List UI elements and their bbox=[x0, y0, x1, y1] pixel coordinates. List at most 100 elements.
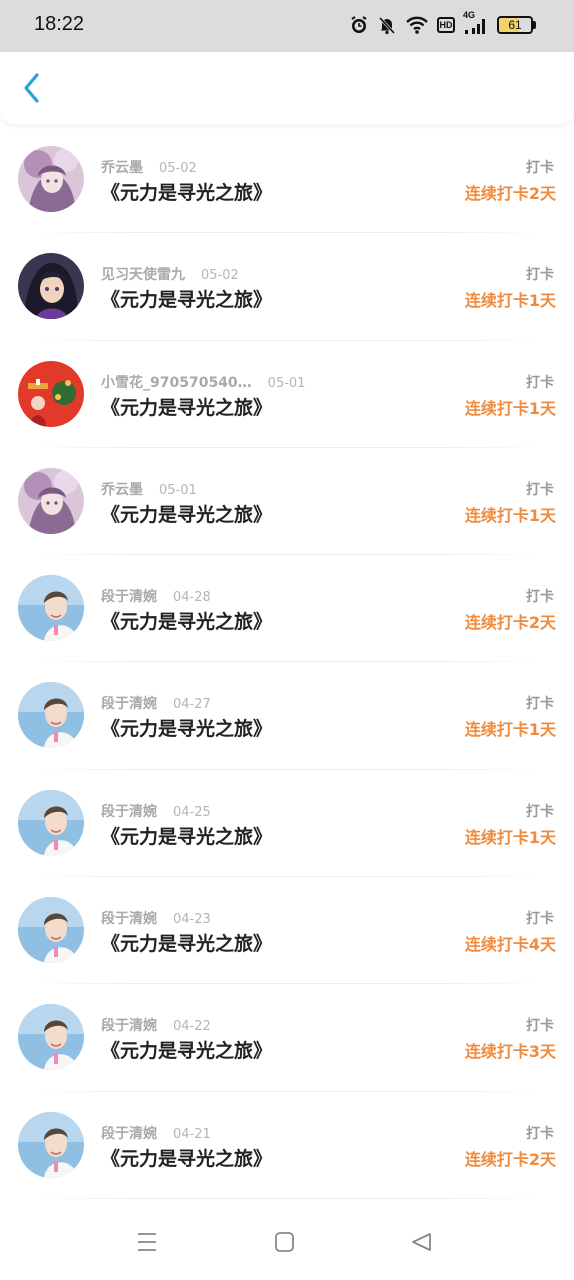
system-nav-bar bbox=[0, 1200, 574, 1280]
streak-label: 连续打卡1天 bbox=[464, 291, 556, 311]
menu-icon bbox=[138, 1233, 156, 1251]
checkin-date: 05-02 bbox=[159, 161, 197, 176]
username: 乔云墨 bbox=[101, 160, 143, 176]
checkin-date: 05-02 bbox=[201, 268, 239, 284]
record-row[interactable]: 乔云墨 05-02 《元力是寻光之旅》 打卡 连续打卡2天 bbox=[0, 126, 574, 234]
username: 小雪花_970570540… bbox=[101, 374, 252, 391]
streak-label: 连续打卡3天 bbox=[464, 1042, 556, 1062]
record-meta: 段于清婉 04-28 bbox=[101, 586, 211, 606]
checkin-date: 05-01 bbox=[159, 482, 197, 498]
boy-photo-avatar bbox=[18, 1004, 84, 1071]
record-row[interactable]: 见习天使雷九 05-02 《元力是寻光之旅》 打卡 连续打卡1天 bbox=[0, 233, 574, 341]
streak-label: 连续打卡1天 bbox=[464, 398, 556, 418]
hd-icon: HD bbox=[437, 17, 455, 33]
streak-label: 连续打卡2天 bbox=[464, 1149, 556, 1169]
record-row[interactable]: 段于清婉 04-22 《元力是寻光之旅》 打卡 连续打卡3天 bbox=[0, 984, 574, 1092]
anime-girl-avatar bbox=[18, 146, 84, 212]
book-title: 《元力是寻光之旅》 bbox=[101, 503, 273, 526]
record-row[interactable]: 段于清婉 04-27 《元力是寻光之旅》 打卡 连续打卡1天 bbox=[0, 662, 574, 770]
record-row[interactable]: 段于清婉 04-21 《元力是寻光之旅》 打卡 连续打卡2天 bbox=[0, 1092, 574, 1199]
checkin-label: 打卡 bbox=[526, 374, 554, 391]
mute-icon bbox=[377, 15, 397, 35]
boy-photo-avatar bbox=[18, 575, 84, 642]
back-button[interactable] bbox=[14, 70, 50, 106]
checkin-label: 打卡 bbox=[526, 160, 554, 176]
record-meta: 段于清婉 04-22 bbox=[101, 1015, 211, 1035]
battery-level: 61 bbox=[508, 18, 522, 32]
menu-button[interactable] bbox=[133, 1228, 161, 1256]
book-title: 《元力是寻光之旅》 bbox=[101, 825, 273, 848]
checkin-date: 04-28 bbox=[173, 590, 211, 606]
book-title: 《元力是寻光之旅》 bbox=[101, 182, 273, 204]
checkin-label: 打卡 bbox=[526, 1018, 554, 1035]
status-icons: HD 4G 61 bbox=[349, 10, 536, 37]
checkin-date: 04-23 bbox=[173, 912, 211, 928]
streak-label: 连续打卡4天 bbox=[464, 935, 556, 955]
username: 段于清婉 bbox=[101, 1125, 157, 1142]
checkin-date: 05-01 bbox=[267, 375, 306, 391]
book-title: 《元力是寻光之旅》 bbox=[101, 718, 273, 741]
record-row[interactable]: 段于清婉 04-23 《元力是寻光之旅》 打卡 连续打卡4天 bbox=[0, 877, 574, 985]
checkin-date: 04-27 bbox=[173, 697, 211, 713]
signal-icon: 4G bbox=[463, 10, 489, 35]
checkin-label: 打卡 bbox=[526, 696, 554, 713]
home-button[interactable] bbox=[270, 1228, 298, 1256]
checkin-label: 打卡 bbox=[526, 481, 554, 498]
boy-photo-avatar bbox=[18, 789, 84, 856]
anime-girl-avatar bbox=[18, 467, 84, 534]
book-title: 《元力是寻光之旅》 bbox=[101, 1040, 273, 1063]
checkin-label: 打卡 bbox=[526, 1125, 554, 1142]
streak-label: 连续打卡2天 bbox=[464, 184, 556, 203]
book-title: 《元力是寻光之旅》 bbox=[101, 1147, 273, 1170]
checkin-label: 打卡 bbox=[526, 589, 554, 606]
username: 段于清婉 bbox=[101, 696, 157, 713]
record-meta: 乔云墨 05-01 bbox=[101, 479, 197, 499]
checkin-date: 04-21 bbox=[173, 1126, 211, 1142]
checkin-label: 打卡 bbox=[526, 803, 554, 820]
home-square-icon bbox=[275, 1232, 294, 1252]
record-row[interactable]: 乔云墨 05-01 《元力是寻光之旅》 打卡 连续打卡1天 bbox=[0, 448, 574, 556]
username: 段于清婉 bbox=[101, 911, 157, 928]
username: 见习天使雷九 bbox=[101, 267, 185, 284]
book-title: 《元力是寻光之旅》 bbox=[101, 396, 273, 419]
status-time: 18:22 bbox=[34, 13, 85, 35]
boy-photo-avatar bbox=[18, 682, 84, 749]
checkin-label: 打卡 bbox=[526, 267, 554, 284]
username: 乔云墨 bbox=[101, 481, 143, 498]
checkin-date: 04-25 bbox=[173, 804, 211, 820]
row-divider bbox=[30, 1197, 544, 1199]
book-title: 《元力是寻光之旅》 bbox=[101, 289, 273, 312]
username: 段于清婉 bbox=[101, 1018, 157, 1035]
back-triangle-icon bbox=[412, 1233, 431, 1251]
book-title: 《元力是寻光之旅》 bbox=[101, 933, 273, 956]
record-row[interactable]: 段于清婉 04-25 《元力是寻光之旅》 打卡 连续打卡1天 bbox=[0, 770, 574, 878]
username: 段于清婉 bbox=[101, 589, 157, 606]
network-type-label: 4G bbox=[463, 10, 476, 20]
checkin-label: 打卡 bbox=[526, 911, 554, 928]
username: 段于清婉 bbox=[101, 803, 157, 820]
boy-photo-avatar bbox=[18, 1111, 84, 1178]
record-meta: 见习天使雷九 05-02 bbox=[101, 264, 239, 284]
dark-hair-character-avatar bbox=[18, 253, 84, 320]
wifi-icon bbox=[405, 15, 429, 35]
checkin-date: 04-22 bbox=[173, 1019, 211, 1035]
battery-icon: 61 bbox=[497, 16, 533, 34]
battery-cap bbox=[533, 21, 536, 29]
streak-label: 连续打卡1天 bbox=[464, 827, 556, 847]
record-meta: 乔云墨 05-02 bbox=[101, 157, 197, 177]
alarm-icon bbox=[349, 15, 369, 35]
record-meta: 小雪花_970570540… 05-01 bbox=[101, 372, 305, 392]
status-bar: 18:22 HD 4G 61 bbox=[0, 0, 574, 52]
record-row[interactable]: 段于清婉 04-28 《元力是寻光之旅》 打卡 连续打卡2天 bbox=[0, 555, 574, 663]
streak-label: 连续打卡2天 bbox=[464, 613, 556, 633]
record-meta: 段于清婉 04-27 bbox=[101, 693, 211, 713]
back-nav-button[interactable] bbox=[407, 1228, 435, 1256]
record-meta: 段于清婉 04-21 bbox=[101, 1123, 211, 1143]
record-row[interactable]: 小雪花_970570540… 05-01 《元力是寻光之旅》 打卡 连续打卡1天 bbox=[0, 341, 574, 448]
chevron-left-icon bbox=[24, 73, 39, 103]
red-festive-avatar bbox=[18, 360, 84, 427]
record-meta: 段于清婉 04-25 bbox=[101, 801, 211, 821]
record-meta: 段于清婉 04-23 bbox=[101, 908, 211, 928]
streak-label: 连续打卡1天 bbox=[464, 505, 556, 525]
boy-photo-avatar bbox=[18, 897, 84, 964]
